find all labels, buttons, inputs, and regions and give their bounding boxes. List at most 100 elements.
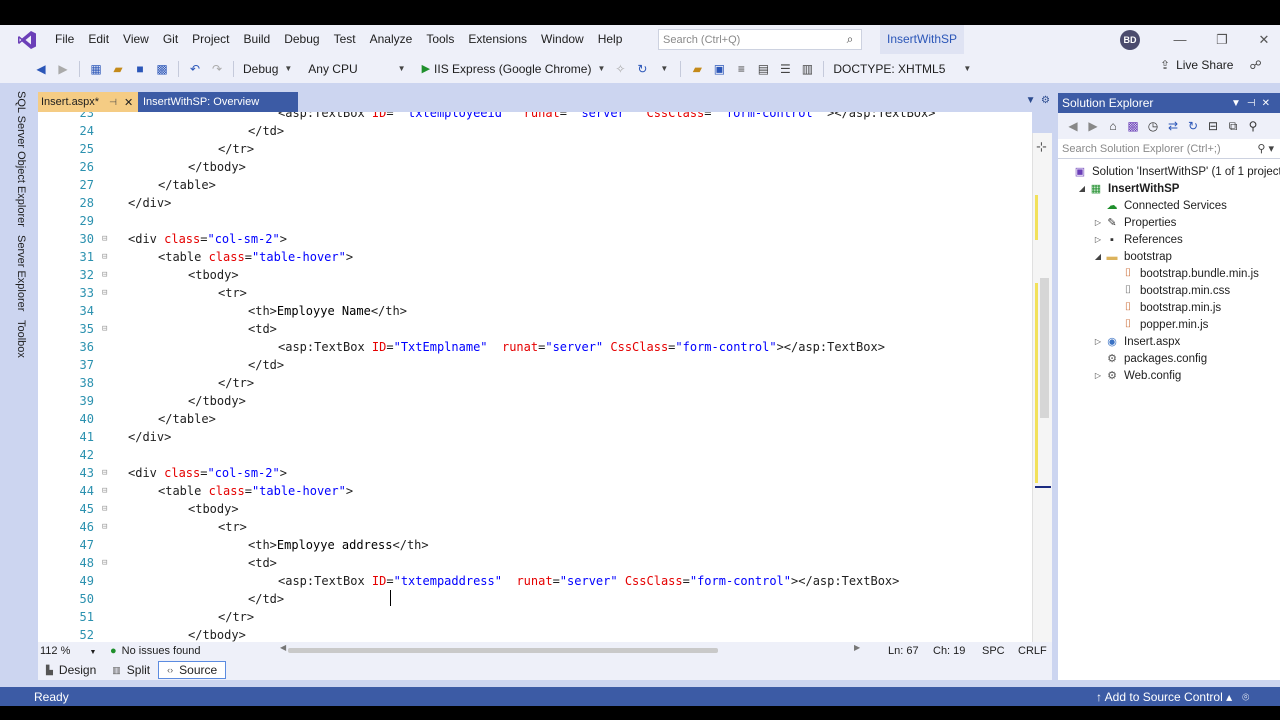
collapsed-arrow-icon[interactable]: ▷ [1092,337,1104,346]
collapse-region-icon[interactable]: ⊟ [102,482,111,500]
zoom-level[interactable]: 112 % ▼ [40,645,110,657]
tree-node[interactable]: ▷ ▪ References [1092,231,1183,248]
tab-source[interactable]: ‹› Source [158,661,227,679]
doctype-dropdown[interactable]: DOCTYPE: XHTML5 ▼ [833,62,971,76]
menu-edit[interactable]: Edit [81,25,116,54]
issues-indicator[interactable]: ● No issues found [110,645,270,657]
redo-icon[interactable]: ↷ [208,60,226,78]
tree-node[interactable]: ⌷ bootstrap.min.js [1108,299,1222,316]
save-icon[interactable]: ■ [131,60,149,78]
feedback-icon[interactable]: ☍ [1249,58,1261,72]
back-icon[interactable]: ◀ [1064,119,1082,133]
collapsed-arrow-icon[interactable]: ▷ [1092,371,1104,380]
history-icon[interactable]: ◷ [1144,119,1162,133]
format-icon[interactable]: ≡ [732,60,750,78]
scroll-left-icon[interactable]: ◀ [280,643,286,652]
collapse-all-icon[interactable]: ⊟ [1204,119,1222,133]
collapse-region-icon[interactable]: ⊟ [102,500,111,518]
back-icon[interactable]: ◀ [32,60,50,78]
tree-node[interactable]: ◢ ▦ InsertWithSP [1076,180,1180,197]
minimize-icon[interactable]: — [1160,25,1200,54]
platform-dropdown[interactable]: Any CPU ▼ [308,62,405,76]
save-all-icon[interactable]: ▩ [153,60,171,78]
horizontal-scrollbar[interactable]: ◀ ▶ [280,643,860,654]
browse-folder-icon[interactable]: ▰ [688,60,706,78]
menu-window[interactable]: Window [534,25,591,54]
tree-node[interactable]: ▣ Solution 'InsertWithSP' (1 of 1 project… [1060,163,1280,180]
tree-node[interactable]: ▷ ◉ Insert.aspx [1092,333,1180,350]
tab-toolbox[interactable]: Toolbox [15,320,27,358]
collapse-region-icon[interactable]: ⊟ [102,230,111,248]
collapse-region-icon[interactable]: ⊟ [102,266,111,284]
collapsed-arrow-icon[interactable]: ▷ [1092,218,1104,227]
tree-node[interactable]: ⚙ packages.config [1092,350,1207,367]
tab-list-icon[interactable]: ▼ ⚙ [1026,95,1050,106]
undo-icon[interactable]: ↶ [186,60,204,78]
configuration-dropdown[interactable]: Debug ▼ [243,62,292,76]
align-icon[interactable]: ☰ [776,60,794,78]
horizontal-scroll-thumb[interactable] [288,648,718,653]
tree-node[interactable]: ◢ ▬ bootstrap [1092,248,1172,265]
tab-design[interactable]: ▙ Design [38,661,104,679]
split-editor-icon[interactable]: ⊹ [1036,139,1047,155]
live-share-button[interactable]: ⇪ Live Share ☍ [1160,58,1262,72]
menu-file[interactable]: File [48,25,81,54]
properties-icon[interactable]: ⚲ [1244,119,1262,133]
scroll-right-icon[interactable]: ▶ [854,643,860,652]
refresh-icon[interactable]: ↻ [633,60,651,78]
show-all-files-icon[interactable]: ⧉ [1224,119,1242,134]
tree-node[interactable]: ▷ ✎ Properties [1092,214,1177,231]
tab-sql-server-object-explorer[interactable]: SQL Server Object Explorer [15,91,27,227]
tab-server-explorer[interactable]: Server Explorer [15,235,27,311]
scrollbar-thumb[interactable] [1040,278,1049,418]
menu-help[interactable]: Help [591,25,630,54]
close-icon[interactable]: ✕ [1244,25,1280,54]
menu-debug[interactable]: Debug [277,25,326,54]
document-icon[interactable]: ▤ [754,60,772,78]
flame-icon[interactable]: ✧ [611,60,629,78]
switch-views-icon[interactable]: ▩ [1124,119,1142,133]
menu-project[interactable]: Project [185,25,236,54]
menu-build[interactable]: Build [237,25,278,54]
tab-overview[interactable]: InsertWithSP: Overview [138,92,298,112]
home-icon[interactable]: ⌂ [1104,119,1122,133]
chevron-down-icon[interactable]: ▼ [655,60,673,78]
menu-git[interactable]: Git [156,25,185,54]
outline-icon[interactable]: ▥ [798,60,816,78]
code-editor[interactable]: 23 <asp:TextBox ID= "txtemployeeid" runat… [38,112,1032,642]
restore-icon[interactable]: ❐ [1202,25,1242,54]
forward-icon[interactable]: ▶ [1084,119,1102,133]
collapse-region-icon[interactable]: ⊟ [102,320,111,338]
collapsed-arrow-icon[interactable]: ▷ [1092,235,1104,244]
editor-scrollbar[interactable]: ⊹ [1032,133,1052,642]
refresh-icon[interactable]: ↻ [1184,119,1202,133]
panel-controls-icon[interactable]: ▼⊣✕ [1231,98,1280,109]
tab-insert-aspx[interactable]: Insert.aspx* ⊣ ✕ [38,92,138,112]
tree-node[interactable]: ☁ Connected Services [1092,197,1227,214]
menu-analyze[interactable]: Analyze [363,25,420,54]
tree-node[interactable]: ⌷ popper.min.js [1108,316,1209,333]
menu-tools[interactable]: Tools [419,25,461,54]
tab-split[interactable]: ▥ Split [104,661,158,679]
collapse-region-icon[interactable]: ⊟ [102,248,111,266]
collapse-region-icon[interactable]: ⊟ [102,518,111,536]
collapse-region-icon[interactable]: ⊟ [102,284,111,302]
expanded-arrow-icon[interactable]: ◢ [1076,184,1088,193]
add-to-source-control-button[interactable]: ↑ Add to Source Control ▴ ⌾ [1096,690,1249,705]
solution-search-input[interactable]: Search Solution Explorer (Ctrl+;) ⚲ ▾ [1058,139,1280,159]
new-project-icon[interactable]: ▦ [87,60,105,78]
forward-icon[interactable]: ▶ [54,60,72,78]
menu-extensions[interactable]: Extensions [461,25,534,54]
run-button[interactable]: ▶ IIS Express (Google Chrome) ▼ [422,62,606,76]
pin-icon[interactable]: ⊣ [109,97,117,108]
search-box[interactable]: Search (Ctrl+Q) ⌕ [658,29,862,50]
screenshot-icon[interactable]: ▣ [710,60,728,78]
expanded-arrow-icon[interactable]: ◢ [1092,252,1104,261]
tree-node[interactable]: ▷ ⚙ Web.config [1092,367,1181,384]
collapse-region-icon[interactable]: ⊟ [102,464,111,482]
sync-icon[interactable]: ⇄ [1164,119,1182,133]
close-icon[interactable]: ✕ [124,96,133,109]
menu-test[interactable]: Test [327,25,363,54]
avatar[interactable]: BD [1120,30,1140,50]
collapse-region-icon[interactable]: ⊟ [102,554,111,572]
